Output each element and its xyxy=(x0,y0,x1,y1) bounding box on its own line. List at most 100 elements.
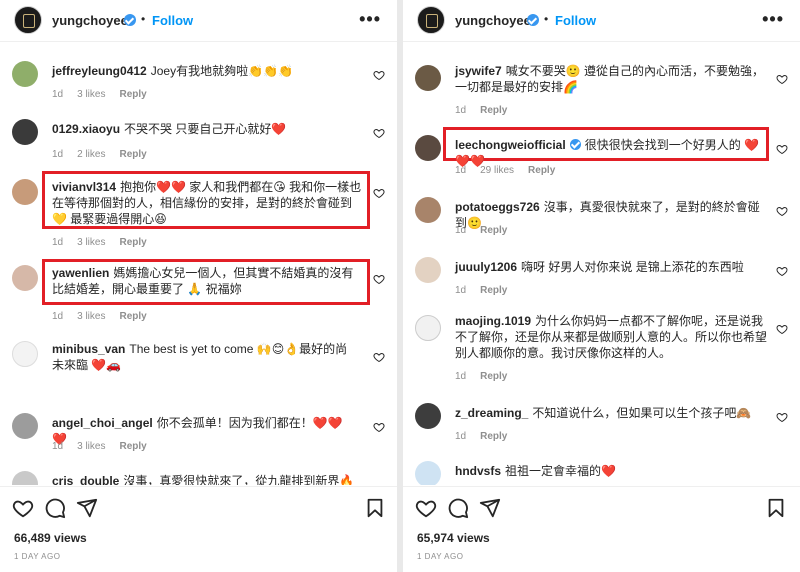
post-time: 1 DAY AGO xyxy=(14,552,61,561)
heart-icon[interactable] xyxy=(776,205,788,217)
comment-icon[interactable] xyxy=(44,497,66,519)
comment-body: 沒事，真愛很快就來了，從九龍排到新界🔥🔥🔥 xyxy=(123,474,352,485)
header-username[interactable]: yungchoyee xyxy=(455,13,531,28)
comment-text: 0129.xiaoyu 不哭不哭 只要自己开心就好❤️ xyxy=(52,121,352,137)
post-actions xyxy=(403,486,800,526)
commenter-avatar[interactable] xyxy=(12,471,38,485)
comment-list[interactable]: jeffreyleung0412 Joey有我地就夠啦👏👏👏 1d 3 likes R… xyxy=(0,43,397,485)
post-panel-left: yungchoyee • Follow ••• jeffreyleung0412… xyxy=(0,0,397,572)
commenter-avatar[interactable] xyxy=(415,65,441,91)
heart-icon[interactable] xyxy=(776,323,788,335)
commenter-avatar[interactable] xyxy=(12,179,38,205)
comment-likes[interactable]: 3 likes xyxy=(77,441,105,452)
more-icon[interactable]: ••• xyxy=(762,9,784,30)
heart-icon[interactable] xyxy=(373,421,385,433)
reply-button[interactable]: Reply xyxy=(119,237,146,248)
follow-button[interactable]: Follow xyxy=(555,13,596,28)
comment-username[interactable]: vivianvl314 xyxy=(52,180,116,194)
reply-button[interactable]: Reply xyxy=(480,285,507,296)
commenter-avatar[interactable] xyxy=(12,341,38,367)
profile-avatar[interactable] xyxy=(417,6,445,34)
separator-dot: • xyxy=(544,12,549,26)
comment-likes[interactable]: 3 likes xyxy=(77,89,105,100)
comment-list[interactable]: jsywife7 喊女不要哭🙂 遵從自己的內心而活，不要勉強，一切都是最好的安排🌈… xyxy=(403,43,800,485)
comment-likes[interactable]: 3 likes xyxy=(77,237,105,248)
comment-username[interactable]: juuuly1206 xyxy=(455,260,517,274)
reply-button[interactable]: Reply xyxy=(119,311,146,322)
commenter-avatar[interactable] xyxy=(415,197,441,223)
comment-body: Joey有我地就夠啦👏👏👏 xyxy=(150,64,293,78)
heart-icon[interactable] xyxy=(373,351,385,363)
reply-button[interactable]: Reply xyxy=(119,89,146,100)
heart-icon[interactable] xyxy=(373,187,385,199)
heart-icon[interactable] xyxy=(776,73,788,85)
heart-icon[interactable] xyxy=(373,273,385,285)
reply-button[interactable]: Reply xyxy=(480,225,507,236)
comment-icon[interactable] xyxy=(447,497,469,519)
heart-icon[interactable] xyxy=(12,497,34,519)
heart-icon[interactable] xyxy=(776,411,788,423)
bookmark-icon[interactable] xyxy=(765,497,787,519)
header-username[interactable]: yungchoyee xyxy=(52,13,128,28)
comment-time: 1d xyxy=(455,371,467,382)
heart-icon[interactable] xyxy=(373,69,385,81)
comment-likes[interactable]: 2 likes xyxy=(77,149,105,160)
comment-username[interactable]: potatoeggs726 xyxy=(455,200,540,214)
reply-button[interactable]: Reply xyxy=(480,105,507,116)
commenter-avatar[interactable] xyxy=(12,119,38,145)
comment-username[interactable]: angel_choi_angel xyxy=(52,416,153,430)
heart-icon[interactable] xyxy=(776,143,788,155)
comment-likes[interactable]: 29 likes xyxy=(480,165,514,176)
comment-username[interactable]: jsywife7 xyxy=(455,64,502,78)
comment-body: 嗨呀 好男人对你来说 是锦上添花的东西啦 xyxy=(521,260,744,274)
more-icon[interactable]: ••• xyxy=(359,9,381,30)
comment-time: 1d xyxy=(52,89,64,100)
comment-text: yawenlien 媽媽擔心女兒一個人，但其實不結婚真的沒有比結婚差，開心最重要了… xyxy=(52,265,362,297)
comment-meta: 1d Reply xyxy=(455,371,521,382)
comment-meta: 1d Reply xyxy=(455,105,521,116)
comment-likes[interactable]: 3 likes xyxy=(77,311,105,322)
profile-avatar[interactable] xyxy=(14,6,42,34)
post-header: yungchoyee • Follow ••• xyxy=(403,0,800,42)
commenter-avatar[interactable] xyxy=(12,413,38,439)
commenter-avatar[interactable] xyxy=(415,257,441,283)
comment-time: 1d xyxy=(455,165,467,176)
comment-username[interactable]: z_dreaming_ xyxy=(455,406,528,420)
comment-username[interactable]: cris_double xyxy=(52,474,119,485)
commenter-avatar[interactable] xyxy=(415,135,441,161)
heart-icon[interactable] xyxy=(415,497,437,519)
post-panel-right: yungchoyee • Follow ••• jsywife7 喊女不要哭🙂 遵… xyxy=(403,0,800,572)
reply-button[interactable]: Reply xyxy=(480,431,507,442)
comment-time: 1d xyxy=(455,431,467,442)
comment-text: juuuly1206 嗨呀 好男人对你来说 是锦上添花的东西啦 xyxy=(455,259,765,275)
heart-icon[interactable] xyxy=(373,127,385,139)
reply-button[interactable]: Reply xyxy=(528,165,555,176)
comment-username[interactable]: minibus_van xyxy=(52,342,125,356)
share-icon[interactable] xyxy=(76,497,98,519)
comment-meta: 1d Reply xyxy=(455,285,521,296)
commenter-avatar[interactable] xyxy=(415,403,441,429)
reply-button[interactable]: Reply xyxy=(480,371,507,382)
comment-meta: 1d 2 likes Reply xyxy=(52,149,161,160)
share-icon[interactable] xyxy=(479,497,501,519)
comment-username[interactable]: leechongweiofficial xyxy=(455,138,566,152)
comment-username[interactable]: maojing.1019 xyxy=(455,314,531,328)
comment-username[interactable]: hndvsfs xyxy=(455,464,501,478)
heart-icon[interactable] xyxy=(776,265,788,277)
comment-time: 1d xyxy=(52,237,64,248)
bookmark-icon[interactable] xyxy=(364,497,386,519)
comment-username[interactable]: jeffreyleung0412 xyxy=(52,64,147,78)
comment-username[interactable]: 0129.xiaoyu xyxy=(52,122,120,136)
comment-text: jsywife7 喊女不要哭🙂 遵從自己的內心而活，不要勉強，一切都是最好的安排🌈 xyxy=(455,63,765,95)
comment-body: 不哭不哭 只要自己开心就好❤️ xyxy=(124,122,287,136)
commenter-avatar[interactable] xyxy=(415,461,441,485)
reply-button[interactable]: Reply xyxy=(119,149,146,160)
post-time: 1 DAY AGO xyxy=(417,552,464,561)
commenter-avatar[interactable] xyxy=(12,61,38,87)
commenter-avatar[interactable] xyxy=(415,315,441,341)
comment-time: 1d xyxy=(52,311,64,322)
comment-username[interactable]: yawenlien xyxy=(52,266,109,280)
follow-button[interactable]: Follow xyxy=(152,13,193,28)
commenter-avatar[interactable] xyxy=(12,265,38,291)
reply-button[interactable]: Reply xyxy=(119,441,146,452)
